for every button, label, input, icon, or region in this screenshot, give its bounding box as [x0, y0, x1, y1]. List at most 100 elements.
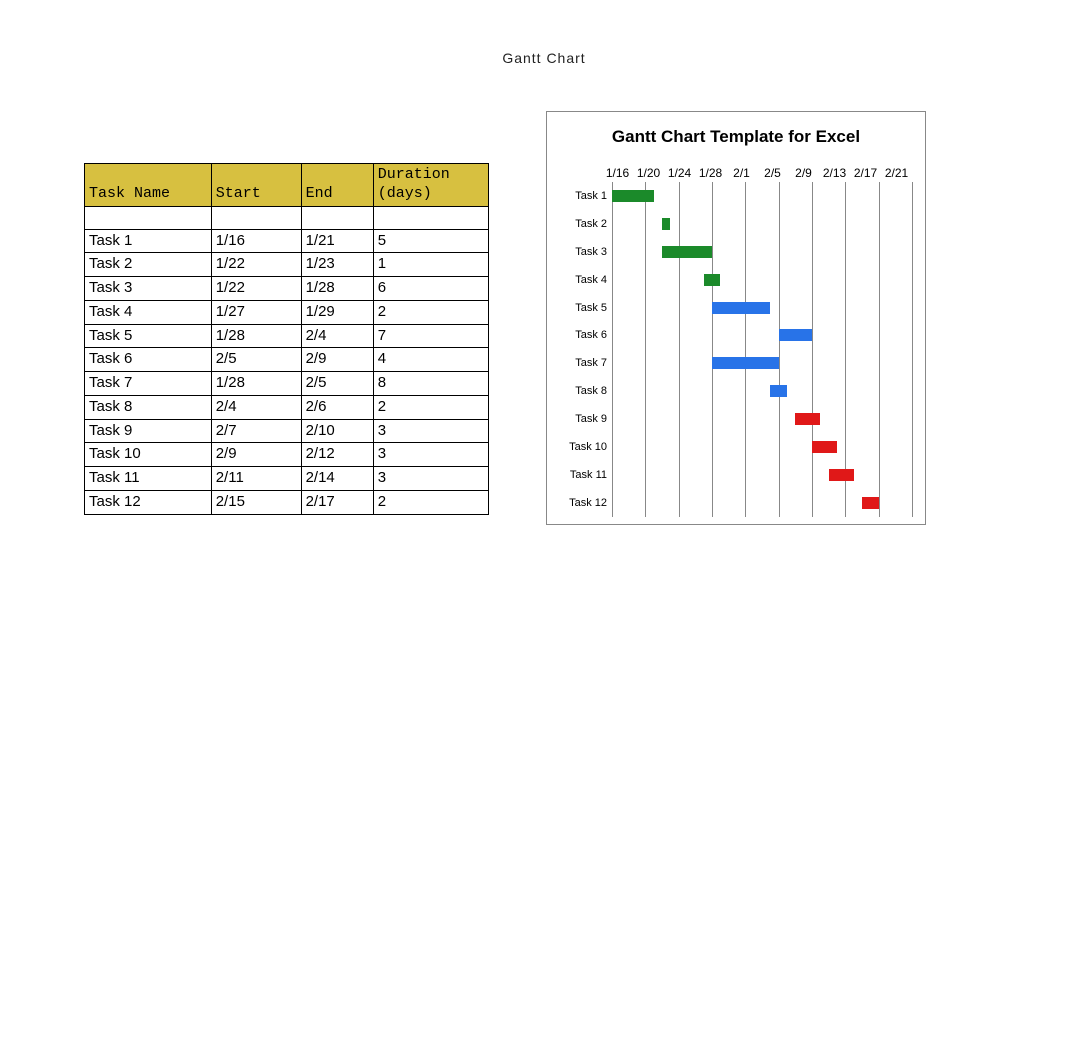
cell-start: 2/15: [211, 490, 301, 514]
gantt-row: Task 9: [612, 405, 912, 433]
gantt-row: Task 1: [612, 182, 912, 210]
cell-end: 2/17: [301, 490, 373, 514]
cell-task: [85, 206, 212, 229]
gantt-row-label: Task 6: [552, 321, 611, 349]
gantt-bar: [662, 246, 712, 258]
table-row: Task 112/112/143: [85, 467, 489, 491]
gantt-row: Task 7: [612, 349, 912, 377]
cell-duration: 2: [373, 395, 488, 419]
cell-duration: 3: [373, 419, 488, 443]
gantt-row: Task 11: [612, 461, 912, 489]
table-row: [85, 206, 489, 229]
cell-start: 1/27: [211, 300, 301, 324]
gantt-row: Task 5: [612, 294, 912, 322]
gantt-bar: [662, 218, 670, 230]
cell-duration: [373, 206, 488, 229]
cell-start: [211, 206, 301, 229]
table-row: Task 11/161/215: [85, 229, 489, 253]
cell-duration: 3: [373, 467, 488, 491]
gantt-tick-label: 2/13: [819, 166, 850, 180]
gantt-gridline: [912, 182, 913, 517]
cell-start: 1/28: [211, 372, 301, 396]
gantt-row: Task 3: [612, 238, 912, 266]
gantt-row-label: Task 5: [552, 294, 611, 322]
gantt-tick-label: 1/16: [602, 166, 633, 180]
cell-task: Task 8: [85, 395, 212, 419]
gantt-row: Task 4: [612, 266, 912, 294]
gantt-row-label: Task 4: [552, 266, 611, 294]
gantt-bar: [795, 413, 820, 425]
cell-start: 2/4: [211, 395, 301, 419]
gantt-row-label: Task 10: [552, 433, 611, 461]
cell-end: 2/10: [301, 419, 373, 443]
cell-end: 1/23: [301, 253, 373, 277]
gantt-tick-label: 2/9: [788, 166, 819, 180]
gantt-bar: [812, 441, 837, 453]
cell-end: 1/29: [301, 300, 373, 324]
cell-start: 2/5: [211, 348, 301, 372]
cell-end: 2/4: [301, 324, 373, 348]
cell-task: Task 7: [85, 372, 212, 396]
gantt-tick-label: 2/21: [881, 166, 912, 180]
table-row: Task 122/152/172: [85, 490, 489, 514]
gantt-row-label: Task 1: [552, 182, 611, 210]
gantt-tick-label: 2/17: [850, 166, 881, 180]
table-row: Task 31/221/286: [85, 277, 489, 301]
gantt-row: Task 2: [612, 210, 912, 238]
table-row: Task 51/282/47: [85, 324, 489, 348]
gantt-row-label: Task 8: [552, 377, 611, 405]
cell-duration: 5: [373, 229, 488, 253]
task-table: Task Name Start End Duration (days) Task…: [84, 163, 489, 515]
cell-task: Task 12: [85, 490, 212, 514]
gantt-axis: 1/161/201/241/282/12/52/92/132/172/21: [602, 166, 912, 180]
gantt-row: Task 10: [612, 433, 912, 461]
col-header-task: Task Name: [85, 164, 212, 207]
cell-duration: 2: [373, 300, 488, 324]
cell-duration: 4: [373, 348, 488, 372]
gantt-tick-label: 2/5: [757, 166, 788, 180]
gantt-row: Task 8: [612, 377, 912, 405]
cell-start: 1/22: [211, 253, 301, 277]
cell-duration: 1: [373, 253, 488, 277]
cell-start: 1/22: [211, 277, 301, 301]
cell-task: Task 2: [85, 253, 212, 277]
table-row: Task 62/52/94: [85, 348, 489, 372]
cell-task: Task 1: [85, 229, 212, 253]
cell-task: Task 6: [85, 348, 212, 372]
cell-duration: 7: [373, 324, 488, 348]
gantt-bar: [829, 469, 854, 481]
gantt-tick-label: 2/1: [726, 166, 757, 180]
cell-task: Task 3: [85, 277, 212, 301]
gantt-bar: [612, 190, 654, 202]
table-row: Task 71/282/58: [85, 372, 489, 396]
cell-end: 1/28: [301, 277, 373, 301]
cell-task: Task 11: [85, 467, 212, 491]
cell-start: 2/7: [211, 419, 301, 443]
gantt-row: Task 6: [612, 321, 912, 349]
cell-task: Task 4: [85, 300, 212, 324]
table-row: Task 82/42/62: [85, 395, 489, 419]
gantt-row-label: Task 11: [552, 461, 611, 489]
cell-end: [301, 206, 373, 229]
col-header-start: Start: [211, 164, 301, 207]
cell-task: Task 5: [85, 324, 212, 348]
cell-end: 2/14: [301, 467, 373, 491]
gantt-plot: Task 1Task 2Task 3Task 4Task 5Task 6Task…: [612, 182, 912, 517]
cell-end: 2/5: [301, 372, 373, 396]
gantt-row-label: Task 9: [552, 405, 611, 433]
cell-end: 1/21: [301, 229, 373, 253]
cell-duration: 6: [373, 277, 488, 301]
gantt-tick-label: 1/20: [633, 166, 664, 180]
cell-duration: 8: [373, 372, 488, 396]
col-header-end: End: [301, 164, 373, 207]
cell-start: 2/9: [211, 443, 301, 467]
gantt-tick-label: 1/24: [664, 166, 695, 180]
table-row: Task 92/72/103: [85, 419, 489, 443]
cell-task: Task 10: [85, 443, 212, 467]
page-title: Gantt Chart: [0, 50, 1088, 66]
col-header-duration: Duration (days): [373, 164, 488, 207]
cell-start: 2/11: [211, 467, 301, 491]
cell-start: 1/16: [211, 229, 301, 253]
gantt-bar: [779, 329, 812, 341]
gantt-bar: [862, 497, 879, 509]
